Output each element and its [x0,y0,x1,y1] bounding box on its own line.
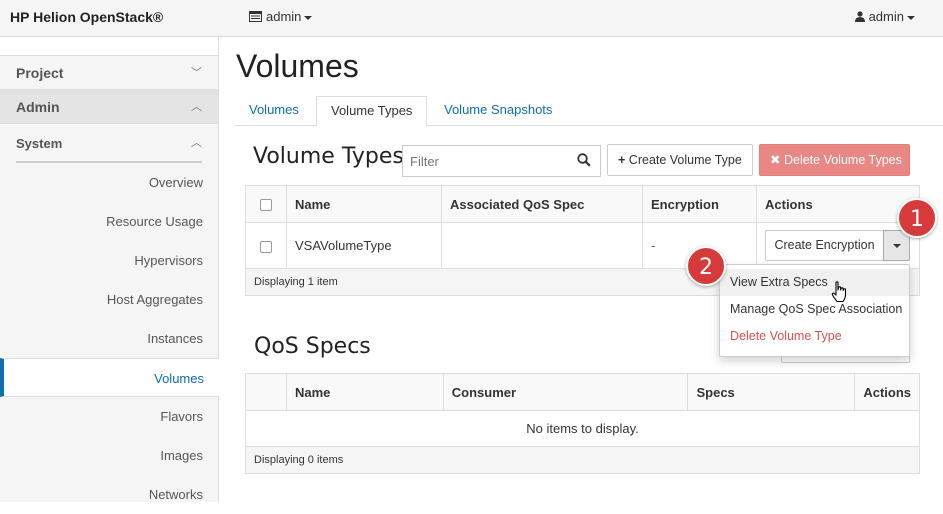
callout-badge-2: 2 [686,246,726,286]
sidebar-project-label: Project [16,65,64,81]
sidebar-item-networks[interactable]: Networks [0,475,218,514]
qos-specs-table: Name Consumer Specs Actions No items to … [245,373,920,474]
chevron-up-icon: ︿ [191,137,202,149]
callout-badge-1: 1 [897,198,937,238]
create-volume-type-button[interactable]: + Create Volume Type [607,144,753,176]
tab-volume-types[interactable]: Volume Types [316,96,428,127]
table-footer-row: Displaying 0 items [245,446,920,474]
column-header-consumer[interactable]: Consumer [442,373,689,411]
plus-icon: + [618,153,626,167]
sidebar-item-flavors[interactable]: Flavors [0,397,218,436]
project-switcher[interactable]: admin [249,9,313,25]
column-header-encryption[interactable]: Encryption [642,185,757,223]
chevron-down-icon [907,15,915,20]
column-header-actions: Actions [854,373,920,411]
column-header-actions: Actions [756,185,920,223]
table-footer: Displaying 0 items [245,446,920,474]
sidebar-item-hypervisors[interactable]: Hypervisors [0,241,218,280]
volume-type-name: VSAVolumeType [286,222,442,269]
chevron-down-icon [304,15,313,20]
sidebar-system-label: System [16,136,63,151]
row-checkbox[interactable] [260,240,272,253]
column-header-name[interactable]: Name [286,185,442,223]
table-row: No items to display. [245,410,920,447]
sidebar-system-group[interactable]: System ︿ [0,124,218,163]
user-icon [854,10,865,25]
tab-volume-snapshots[interactable]: Volume Snapshots [430,96,566,126]
user-name: admin [868,9,904,24]
create-volume-type-label: Create Volume Type [628,153,742,167]
filter-input[interactable] [403,146,573,176]
sidebar-project-panel[interactable]: Project ﹀ [0,56,218,90]
table-header-row: Name Associated QoS Spec Encryption Acti… [245,185,920,223]
row-actions-menu: View Extra Specs Manage QoS Spec Associa… [719,264,910,357]
tab-volumes[interactable]: Volumes [235,96,313,126]
encryption-link[interactable]: - [651,238,655,253]
chevron-down-icon: ﹀ [191,67,202,79]
user-menu[interactable]: admin [854,9,915,25]
search-icon[interactable] [577,153,591,170]
tab-bar: Volumes Volume Types Volume Snapshots [235,96,943,127]
project-icon [249,10,262,25]
filter-box [402,145,601,177]
sidebar-item-images[interactable]: Images [0,436,218,475]
brand-logo[interactable]: HP Helion OpenStack® [10,9,163,25]
top-navbar: HP Helion OpenStack® admin admin [0,0,943,37]
delete-volume-types-button[interactable]: ✖ Delete Volume Types [759,144,910,176]
project-name: admin [266,9,302,24]
chevron-down-icon [893,244,901,248]
select-all-cell [245,185,287,223]
create-encryption-button[interactable]: Create Encryption [765,230,884,261]
sidebar-item-overview[interactable]: Overview [0,163,218,202]
sidebar-item-host-aggregates[interactable]: Host Aggregates [0,280,218,319]
hand-cursor-icon [831,281,849,306]
close-icon: ✖ [770,153,781,167]
table-header-row: Name Consumer Specs Actions [245,373,920,411]
sidebar-admin-panel[interactable]: Admin ︿ [0,90,218,124]
select-all-checkbox[interactable] [260,199,272,212]
column-header-specs[interactable]: Specs [687,373,856,411]
delete-volume-types-label: Delete Volume Types [783,153,902,167]
sidebar-spacer [0,37,218,56]
menu-item-delete-volume-type[interactable]: Delete Volume Type [720,323,909,350]
sidebar: Project ﹀ Admin ︿ System ︿ Overview Reso… [0,37,219,502]
volume-type-qos [441,222,643,269]
column-header-qos[interactable]: Associated QoS Spec [441,185,643,223]
divider [16,161,202,163]
row-select-cell [245,222,287,269]
sidebar-item-resource-usage[interactable]: Resource Usage [0,202,218,241]
volume-types-heading: Volume Types [253,144,404,169]
empty-message: No items to display. [245,410,920,447]
sidebar-item-instances[interactable]: Instances [0,319,218,358]
sidebar-admin-label: Admin [16,99,60,115]
column-header-name[interactable]: Name [285,373,444,411]
qos-specs-heading: QoS Specs [254,334,371,359]
sidebar-item-volumes[interactable]: Volumes [0,358,219,397]
page-title: Volumes [236,48,359,84]
menu-item-manage-qos-association[interactable]: Manage QoS Spec Association [720,296,909,323]
chevron-up-icon: ︿ [191,101,202,113]
menu-item-view-extra-specs[interactable]: View Extra Specs [720,269,909,296]
select-all-cell [245,373,287,411]
